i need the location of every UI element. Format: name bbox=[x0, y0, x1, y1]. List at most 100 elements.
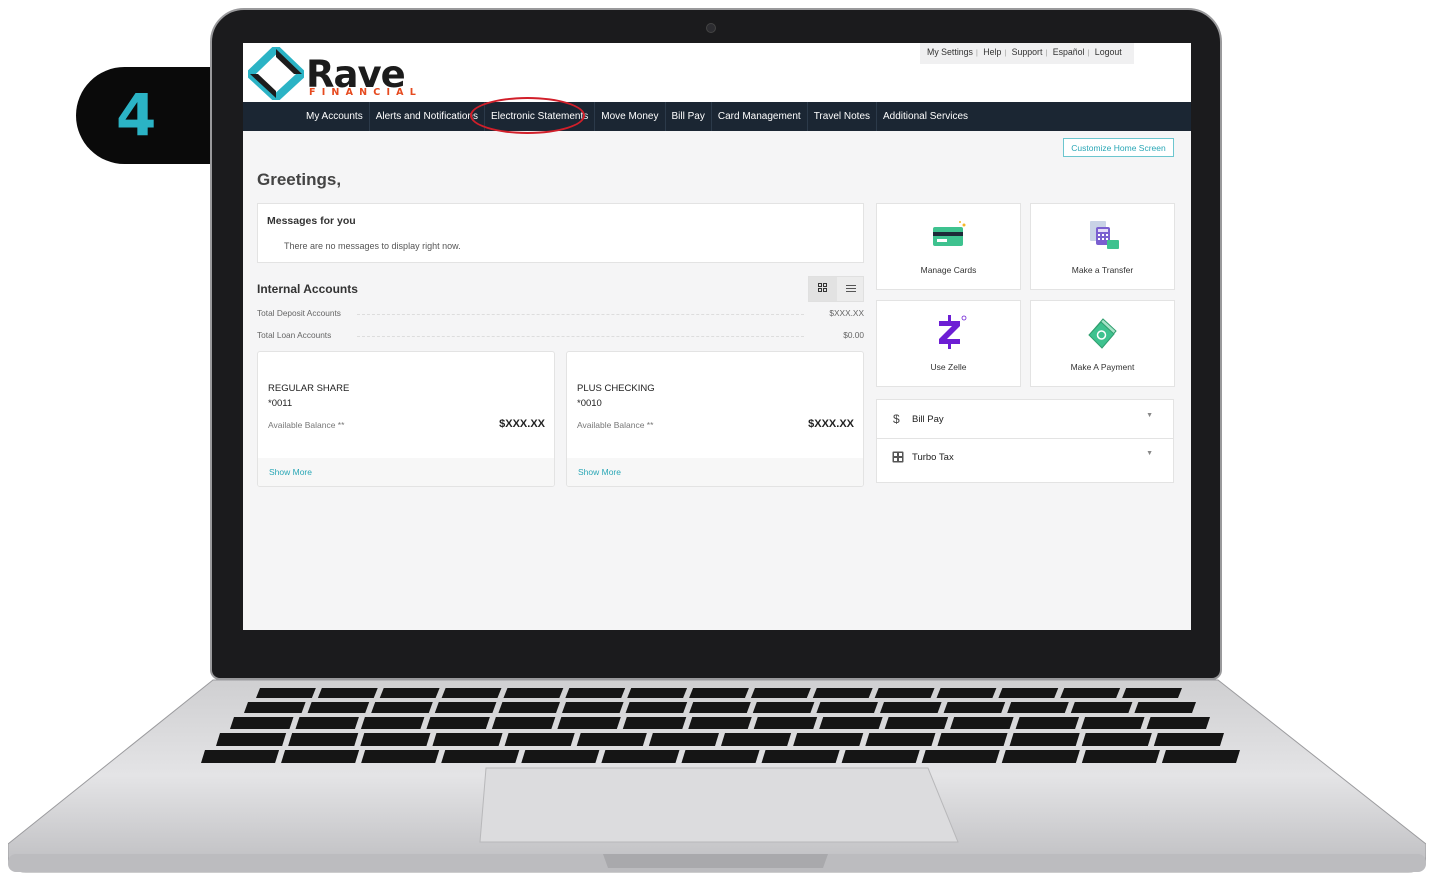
util-link-logout[interactable]: Logout bbox=[1095, 47, 1122, 57]
accordion-bill-pay[interactable]: $ Bill Pay ▼ bbox=[877, 400, 1173, 439]
diamond-logo-icon bbox=[244, 43, 308, 104]
site-header: Rave FINANCIAL My Settings | Help | Suppor… bbox=[243, 43, 1191, 104]
keyboard-key bbox=[244, 702, 306, 713]
nav-my-accounts[interactable]: My Accounts bbox=[300, 102, 370, 131]
nav-move-money[interactable]: Move Money bbox=[595, 102, 666, 131]
keyboard-key bbox=[865, 733, 936, 746]
account-number: *0011 bbox=[268, 398, 293, 409]
keyboard-key bbox=[1153, 733, 1224, 746]
util-link-support[interactable]: Support bbox=[1012, 47, 1043, 57]
nav-card-management[interactable]: Card Management bbox=[712, 102, 808, 131]
keyboard-key bbox=[562, 702, 624, 713]
account-number: *0010 bbox=[577, 398, 602, 409]
keyboard-key bbox=[498, 702, 560, 713]
keyboard-key bbox=[441, 750, 520, 763]
keyboard-key bbox=[503, 688, 564, 698]
keyboard-key bbox=[816, 702, 878, 713]
browser-screen: Rave FINANCIAL My Settings | Help | Suppor… bbox=[243, 43, 1191, 630]
keyboard-key bbox=[884, 717, 949, 729]
keyboard-key bbox=[295, 717, 359, 729]
balance-value: $XXX.XX bbox=[808, 418, 854, 430]
keyboard-key bbox=[753, 717, 818, 729]
keyboard-key bbox=[752, 702, 815, 713]
balance-value: $XXX.XX bbox=[499, 418, 545, 430]
keyboard-key bbox=[379, 688, 440, 698]
calculator-icon bbox=[892, 451, 904, 463]
keyboard-key bbox=[937, 733, 1008, 746]
util-link-espanol[interactable]: Español bbox=[1053, 47, 1085, 57]
keyboard-key bbox=[565, 688, 626, 698]
customize-home-button[interactable]: Customize Home Screen bbox=[1063, 138, 1174, 157]
keyboard-key bbox=[201, 750, 280, 763]
keyboard-key bbox=[812, 688, 873, 698]
keyboard-key bbox=[1161, 750, 1240, 763]
total-deposit-row: Total Deposit Accounts $XXX.XX bbox=[257, 308, 864, 320]
keyboard-key bbox=[1122, 688, 1182, 698]
keyboard-key bbox=[880, 702, 942, 713]
keyboard-key bbox=[1001, 750, 1080, 763]
keyboard-key bbox=[819, 717, 883, 729]
list-view-icon[interactable] bbox=[837, 277, 863, 301]
keyboard-key bbox=[317, 688, 378, 698]
tile-label: Use Zelle bbox=[930, 362, 967, 372]
show-more-link[interactable]: Show More bbox=[269, 467, 312, 477]
tile-manage-cards[interactable]: Manage Cards bbox=[876, 203, 1021, 290]
dollar-icon: $ bbox=[893, 412, 900, 426]
keyboard-key bbox=[360, 717, 425, 729]
keyboard-key bbox=[256, 688, 316, 698]
account-card-plus-checking[interactable]: PLUS CHECKING *0010 Available Balance **… bbox=[566, 351, 864, 487]
nav-bill-pay[interactable]: Bill Pay bbox=[666, 102, 712, 131]
nav-additional-services[interactable]: Additional Services bbox=[877, 102, 974, 131]
util-link-help[interactable]: Help bbox=[983, 47, 1001, 57]
step-number: 4 bbox=[116, 81, 157, 149]
keyboard-key bbox=[1009, 733, 1080, 746]
keyboard-key bbox=[1134, 702, 1196, 713]
keyboard-key bbox=[1070, 702, 1133, 713]
keyboard-key bbox=[998, 688, 1059, 698]
account-name: REGULAR SHARE bbox=[268, 383, 350, 394]
show-more-link[interactable]: Show More bbox=[578, 467, 621, 477]
keyboard-key bbox=[601, 750, 680, 763]
tile-make-payment[interactable]: Make A Payment bbox=[1030, 300, 1175, 387]
keyboard-key bbox=[1146, 717, 1210, 729]
account-name: PLUS CHECKING bbox=[577, 383, 655, 394]
util-link-settings[interactable]: My Settings bbox=[927, 47, 973, 57]
keyboard-key bbox=[874, 688, 935, 698]
rave-logo[interactable]: Rave FINANCIAL bbox=[244, 43, 416, 104]
keyboard-key bbox=[688, 717, 752, 729]
keyboard-key bbox=[943, 702, 1006, 713]
account-card-regular-share[interactable]: REGULAR SHARE *0011 Available Balance **… bbox=[257, 351, 555, 487]
account-card-footer: Show More bbox=[258, 458, 554, 486]
total-deposit-label: Total Deposit Accounts bbox=[257, 308, 347, 318]
keyboard-key bbox=[434, 702, 497, 713]
keyboard-key bbox=[230, 717, 294, 729]
keyboard-key bbox=[841, 750, 920, 763]
keyboard-key bbox=[361, 750, 440, 763]
messages-empty-text: There are no messages to display right n… bbox=[284, 241, 461, 251]
accordion-turbo-tax[interactable]: Turbo Tax ▼ bbox=[877, 438, 1173, 476]
keyboard-key bbox=[921, 750, 1000, 763]
laptop-base bbox=[8, 679, 1426, 873]
keyboard-key bbox=[689, 702, 751, 713]
keyboard-key bbox=[689, 688, 749, 698]
tile-label: Make A Payment bbox=[1070, 362, 1135, 372]
tile-make-transfer[interactable]: Make a Transfer bbox=[1030, 203, 1175, 290]
keyboard-key bbox=[307, 702, 370, 713]
keyboard-key bbox=[681, 750, 760, 763]
nav-travel-notes[interactable]: Travel Notes bbox=[808, 102, 878, 131]
tile-use-zelle[interactable]: Use Zelle bbox=[876, 300, 1021, 387]
keyboard-key bbox=[216, 733, 287, 746]
internal-accounts-title: Internal Accounts bbox=[257, 282, 358, 296]
logo-subtitle: FINANCIAL bbox=[309, 87, 422, 98]
keyboard-key bbox=[936, 688, 997, 698]
account-card-footer: Show More bbox=[567, 458, 863, 486]
nav-alerts[interactable]: Alerts and Notifications bbox=[370, 102, 485, 131]
camera-icon bbox=[706, 23, 716, 33]
keyboard-key bbox=[627, 688, 688, 698]
keyboard-key bbox=[441, 688, 502, 698]
chevron-down-icon: ▼ bbox=[1146, 450, 1153, 457]
keyboard-key bbox=[432, 733, 503, 746]
keyboard-key bbox=[721, 733, 792, 746]
transfer-icon bbox=[1090, 221, 1119, 249]
grid-view-icon[interactable] bbox=[809, 277, 837, 301]
